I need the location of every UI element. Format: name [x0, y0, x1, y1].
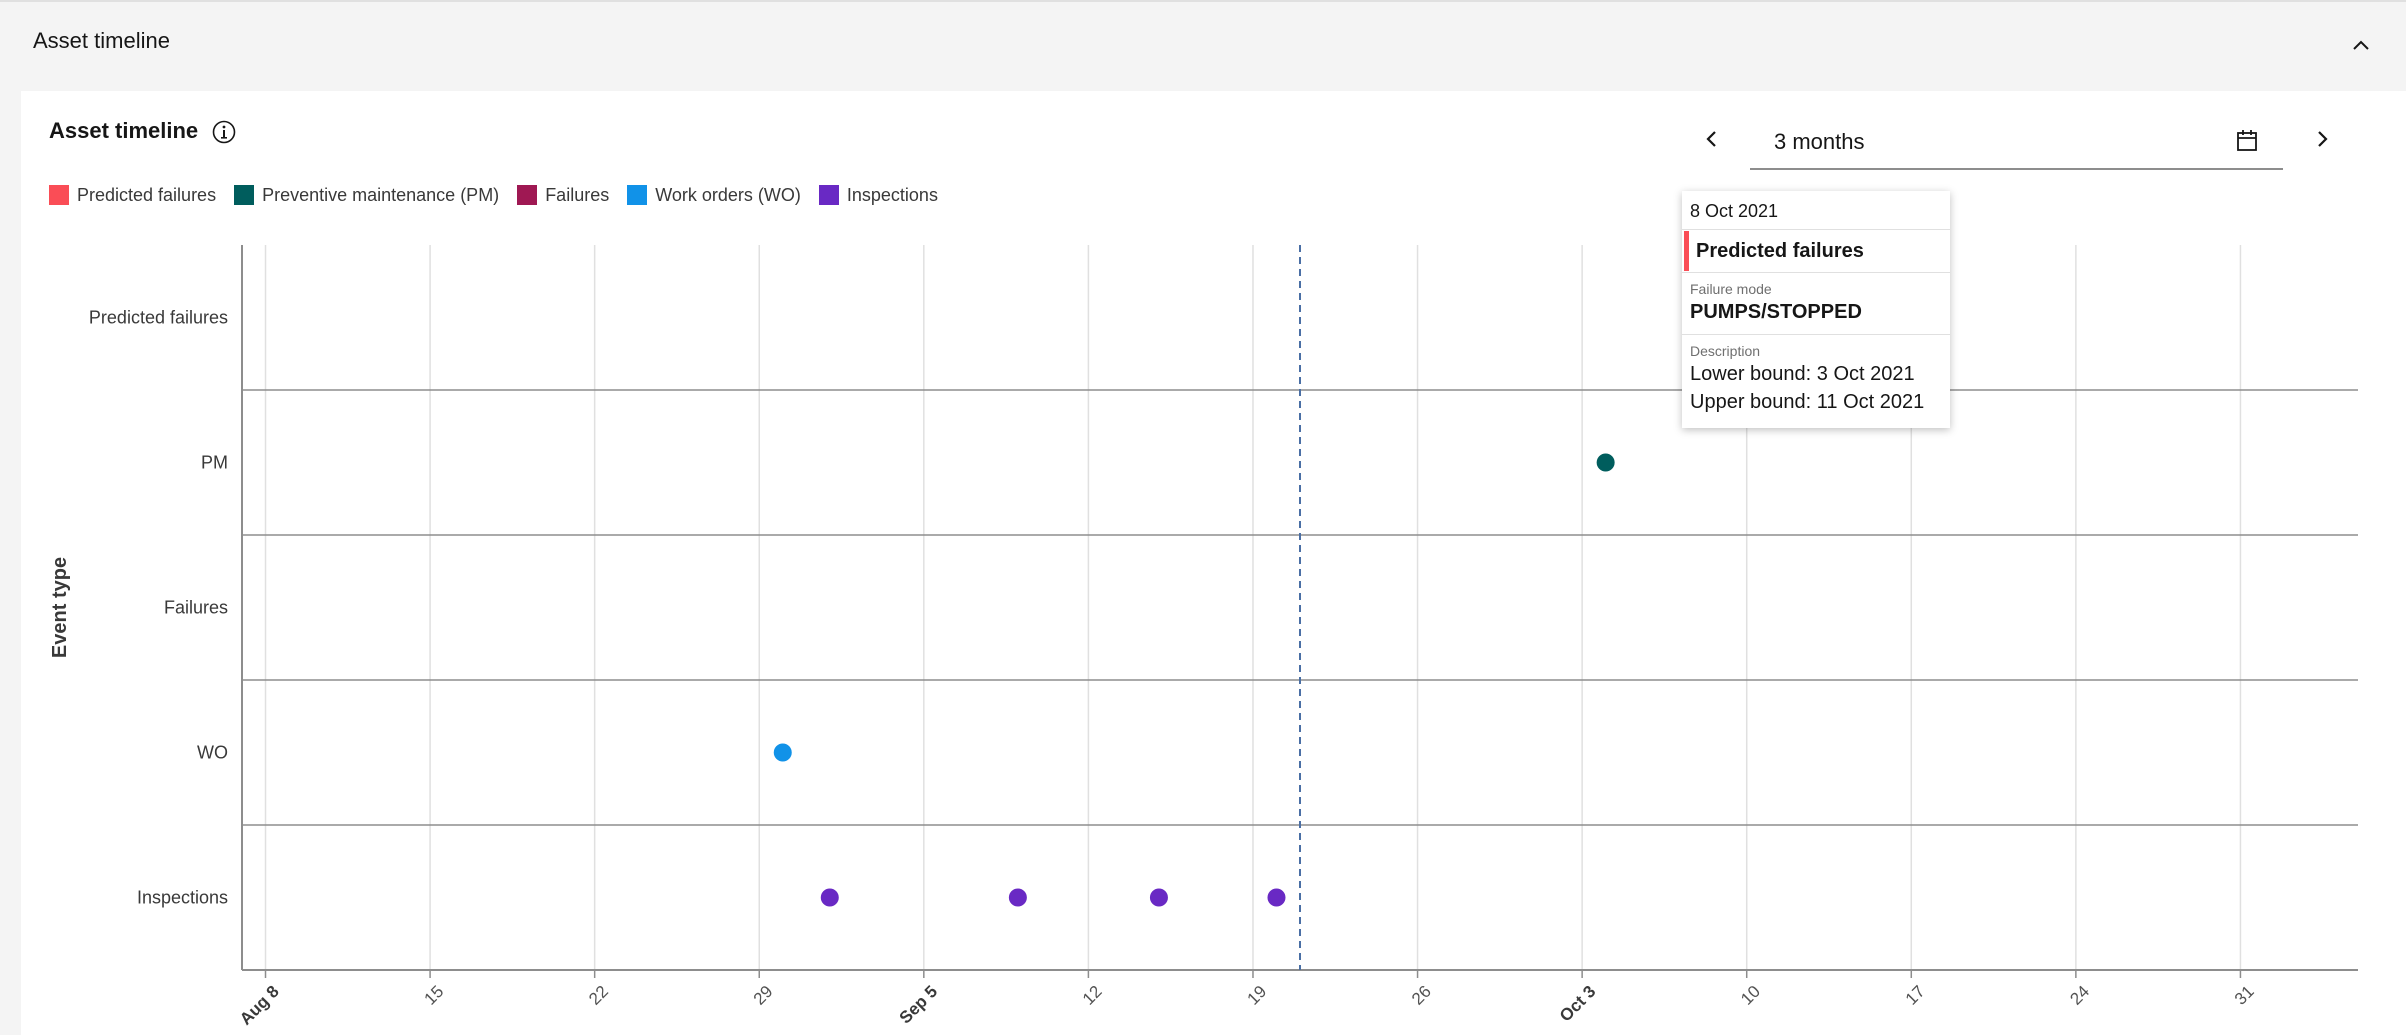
event-tooltip: 8 Oct 2021 Predicted failures Failure mo… — [1682, 191, 1950, 428]
tooltip-divider — [1682, 229, 1950, 230]
x-tick-label: Oct 3 — [1556, 982, 1600, 1026]
x-tick-label: 17 — [1902, 982, 1929, 1009]
x-tick-label: Aug 8 — [236, 982, 283, 1029]
event-point-preventive-maintenance-pm — [1596, 453, 1615, 472]
y-tick-label: Failures — [164, 598, 228, 618]
tooltip-divider — [1682, 272, 1950, 273]
x-tick-label: 29 — [750, 982, 777, 1009]
x-tick-label: 15 — [421, 982, 448, 1009]
y-axis-label: Event type — [49, 557, 71, 658]
event-point-inspections — [1149, 888, 1168, 907]
x-tick-label: 24 — [2066, 982, 2093, 1009]
lower-bound-value: Lower bound: 3 Oct 2021 — [1690, 363, 1915, 385]
tooltip-divider — [1682, 334, 1950, 335]
asset-timeline-chart: Aug 8 15 22 29 Sep 5 12 19 26 Oct 3 10 17 24 31 Predi… — [49, 245, 2358, 1029]
x-tick-label: 10 — [1737, 982, 1764, 1009]
event-point-work-orders-wo — [773, 743, 792, 762]
description-label: Description — [1690, 343, 1761, 359]
x-tick-label: 31 — [2231, 982, 2258, 1009]
event-point-inspections — [1267, 888, 1286, 907]
x-tick-label: 12 — [1079, 982, 1106, 1009]
failure-mode-value: PUMPS/STOPPED — [1690, 301, 1862, 323]
y-tick-label: WO — [197, 743, 228, 763]
x-tick-label: 26 — [1408, 982, 1435, 1009]
tooltip-title: Predicted failures — [1696, 240, 1864, 262]
event-point-inspections — [1008, 888, 1027, 907]
x-tick-label: 19 — [1243, 982, 1270, 1009]
upper-bound-value: Upper bound: 11 Oct 2021 — [1690, 391, 1925, 413]
y-tick-label: Predicted failures — [89, 308, 228, 328]
y-tick-label: Inspections — [137, 888, 228, 908]
failure-mode-label: Failure mode — [1690, 281, 1772, 297]
tooltip-date: 8 Oct 2021 — [1690, 201, 1779, 221]
tooltip-accent-bar — [1684, 231, 1689, 271]
x-tick-label: Sep 5 — [896, 982, 942, 1028]
y-tick-label: PM — [201, 453, 228, 473]
event-point-inspections — [820, 888, 839, 907]
x-tick-label: 22 — [585, 982, 612, 1009]
